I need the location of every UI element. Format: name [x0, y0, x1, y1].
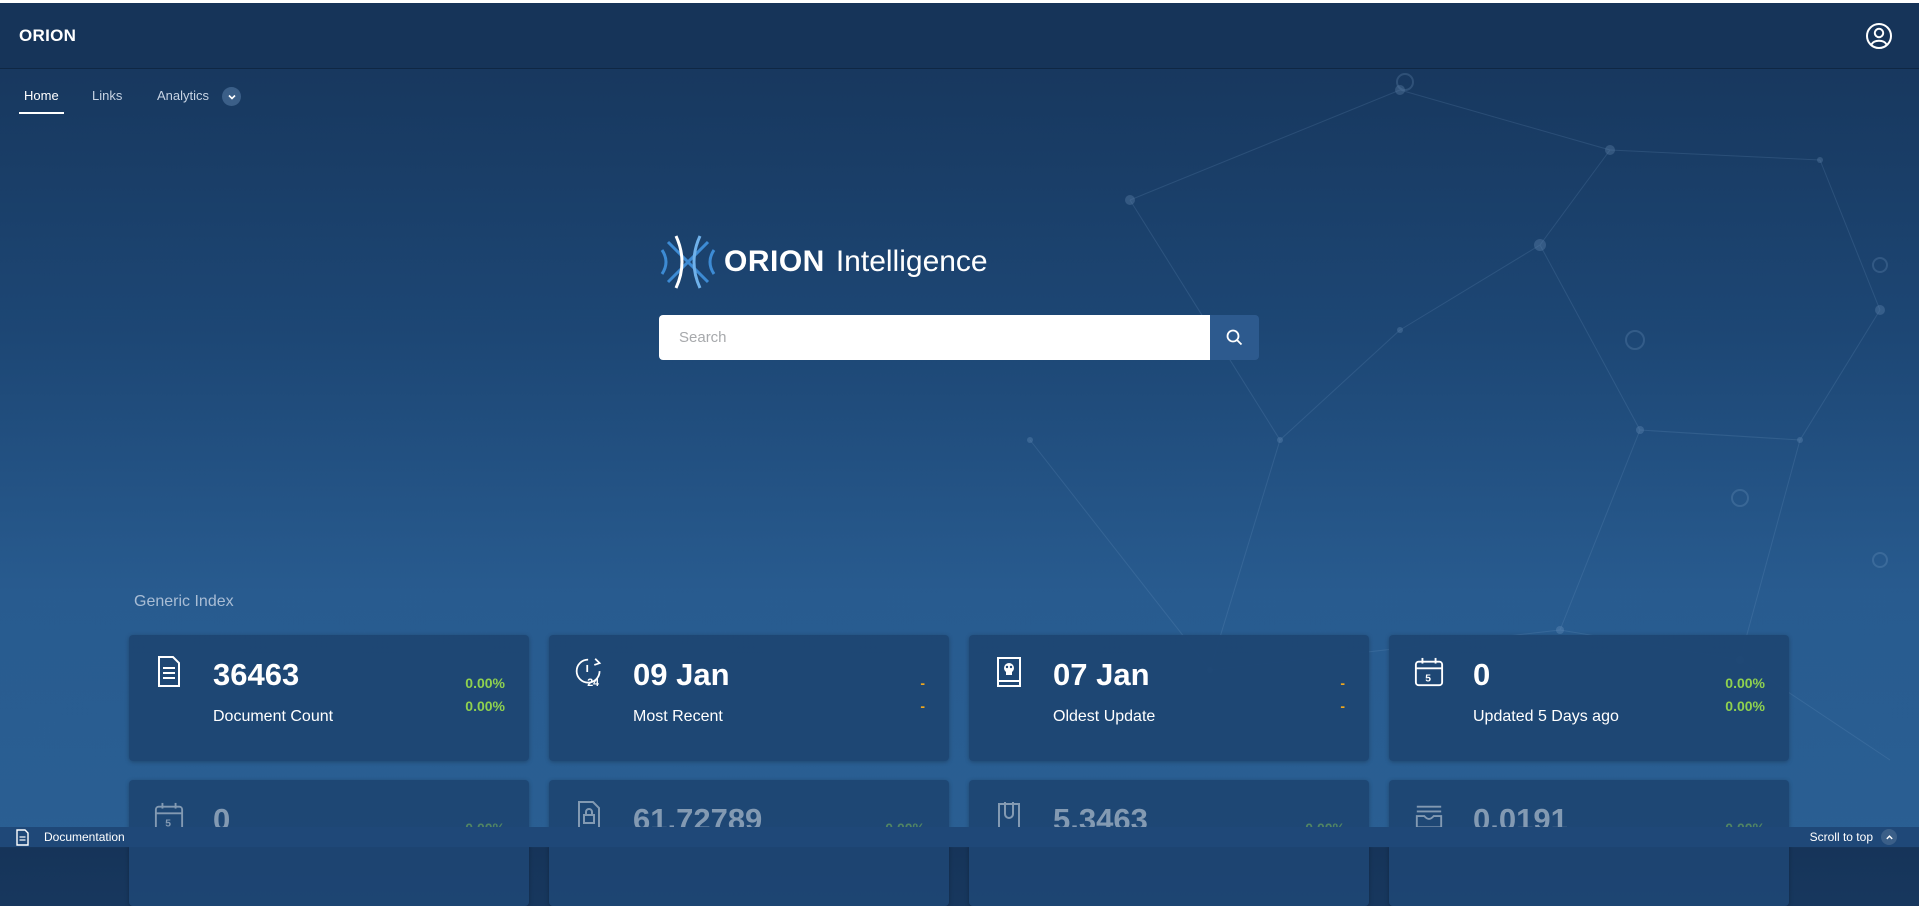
calendar-5-icon: 5 [1414, 657, 1444, 687]
scroll-to-top-button[interactable]: Scroll to top [1810, 828, 1897, 846]
svg-text:24: 24 [587, 677, 599, 689]
stat-value: 07 Jan [1053, 657, 1150, 692]
svg-text:5: 5 [1425, 673, 1431, 684]
stat-delta: - [920, 675, 925, 691]
brand-logo[interactable]: ORION [19, 26, 76, 46]
chevron-up-icon [1881, 829, 1897, 845]
documentation-label: Documentation [44, 830, 125, 844]
nav-links[interactable]: Links [92, 88, 122, 103]
nav-home[interactable]: Home [24, 88, 59, 103]
stat-label: Oldest Update [1053, 708, 1156, 725]
section-title: Generic Index [134, 593, 234, 610]
stat-card-oldest-update[interactable]: 07 Jan Oldest Update - - [969, 635, 1369, 761]
footer-bar: Documentation Scroll to top [0, 827, 1919, 847]
search-button[interactable] [1210, 315, 1259, 360]
user-circle-icon[interactable] [1865, 22, 1893, 50]
stat-delta: 0.00% [1725, 698, 1765, 714]
stat-delta: 0.00% [465, 675, 505, 691]
hero-logo: ORION Intelligence [658, 232, 988, 292]
stat-delta: - [1340, 698, 1345, 714]
hero-logo-word: ORION [724, 245, 825, 278]
stat-label: Most Recent [633, 708, 723, 725]
orion-mark-icon [660, 235, 716, 289]
stat-value: 36463 [213, 657, 300, 692]
search-icon [1226, 329, 1243, 346]
hero-logo-suffix: Intelligence [835, 245, 988, 278]
stat-label: Document Count [213, 708, 334, 725]
stat-delta: - [1340, 675, 1345, 691]
stat-value: 0 [1473, 657, 1491, 692]
search-input[interactable] [659, 315, 1210, 360]
stat-card-document-count[interactable]: 36463 Document Count 0.00% 0.00% [129, 635, 529, 761]
stat-delta: - [920, 698, 925, 714]
scroll-to-top-label: Scroll to top [1809, 830, 1873, 844]
document-icon [158, 656, 180, 687]
document-icon [16, 828, 29, 846]
top-bar: ORION [0, 3, 1919, 69]
documentation-link[interactable]: Documentation [15, 828, 125, 846]
nav-active-indicator [19, 112, 64, 114]
chevron-down-icon[interactable] [222, 87, 241, 106]
nav-analytics[interactable]: Analytics [157, 88, 209, 103]
clock-24-icon: 24 [575, 658, 602, 689]
stat-card-most-recent[interactable]: 24 09 Jan Most Recent - - [549, 635, 949, 761]
stat-value: 09 Jan [633, 657, 730, 692]
stat-card-updated-5-days[interactable]: 5 0 Updated 5 Days ago 0.00% 0.00% [1389, 635, 1789, 761]
stat-delta: 0.00% [1725, 675, 1765, 691]
search-bar [659, 315, 1259, 360]
book-skull-icon [997, 657, 1021, 687]
stat-delta: 0.00% [465, 698, 505, 714]
stat-label: Updated 5 Days ago [1473, 708, 1619, 725]
main-nav: Home Links Analytics [0, 70, 600, 118]
